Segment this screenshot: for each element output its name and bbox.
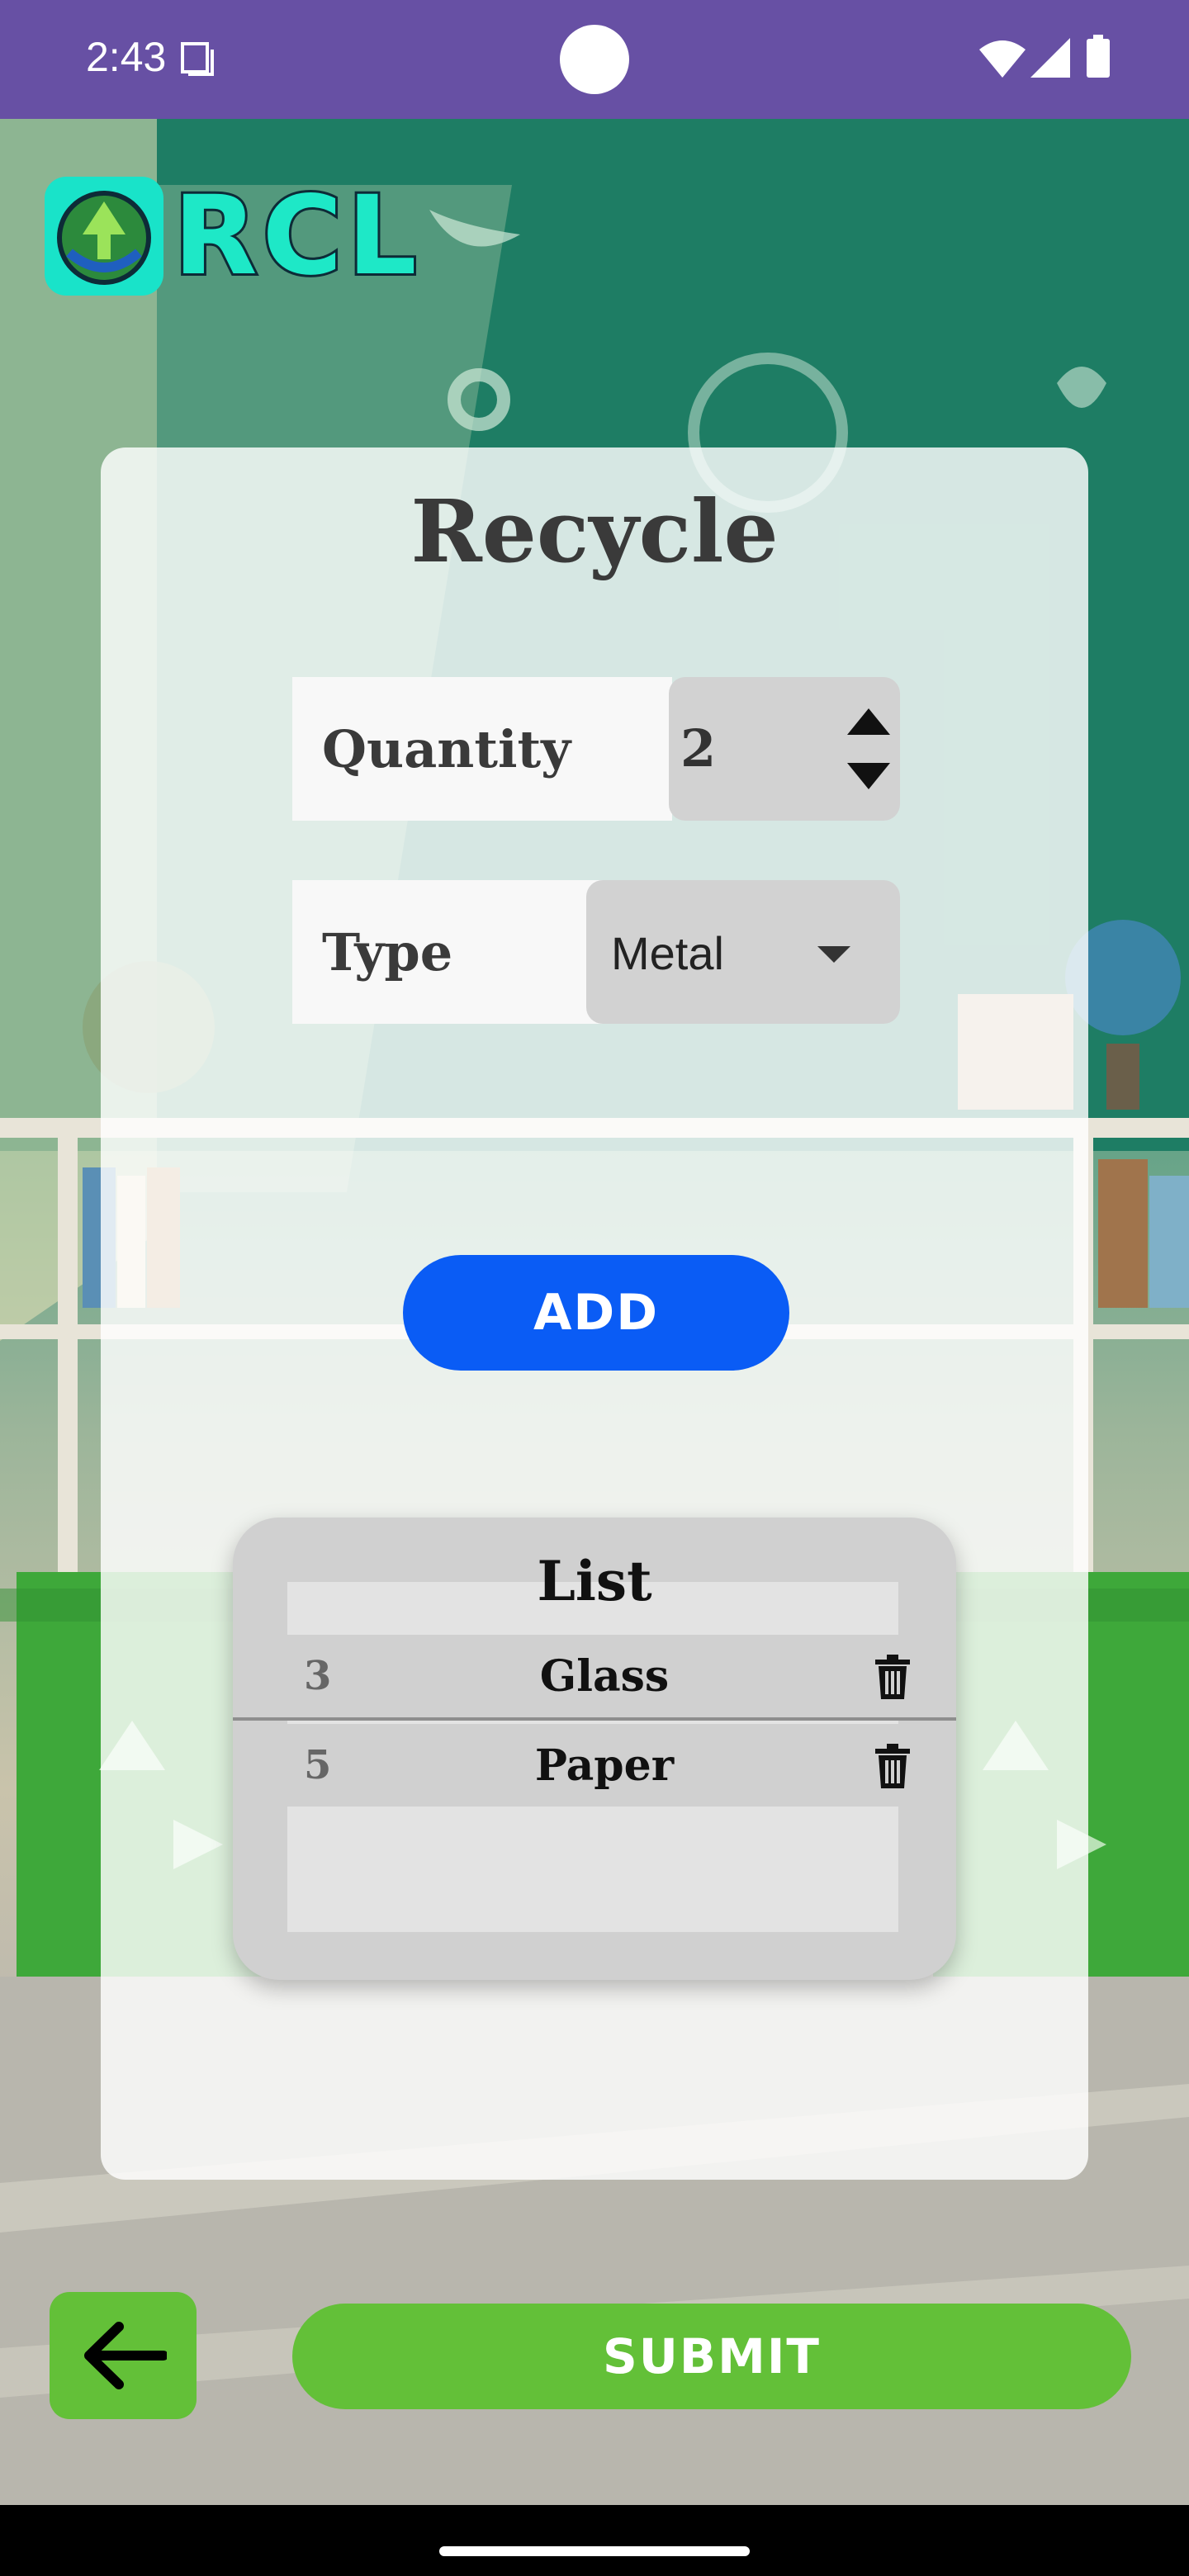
type-label-text: Type [322, 921, 453, 983]
page-title: Recycle [410, 481, 779, 582]
recycle-logo-icon [45, 177, 163, 296]
list-item-type: Glass [539, 1651, 670, 1702]
battery-icon [1087, 35, 1110, 78]
trash-icon[interactable] [874, 1744, 912, 1788]
navigation-bar [0, 2505, 1189, 2576]
stepper-down-icon[interactable] [847, 763, 890, 789]
app-logo: RCL [45, 173, 424, 297]
add-button[interactable]: ADD [403, 1255, 789, 1371]
wifi-icon [979, 40, 1026, 78]
camera-cutout [560, 25, 629, 94]
home-gesture-handle[interactable] [439, 2546, 750, 2556]
sim-card-icon [181, 42, 214, 76]
back-arrow-icon [84, 2322, 167, 2389]
list-item[interactable]: 3 Glass [233, 1635, 956, 1721]
submit-button[interactable]: SUBMIT [292, 2304, 1131, 2409]
list-item-quantity: 5 [304, 1742, 332, 1788]
list-item-quantity: 3 [304, 1653, 332, 1699]
quantity-stepper[interactable]: 2 [669, 677, 900, 821]
logo-text: RCL [171, 173, 422, 300]
list-item[interactable]: 5 Paper [233, 1724, 956, 1807]
type-select[interactable]: Metal [586, 880, 900, 1024]
signal-icon [1030, 38, 1070, 78]
list-item-type: Paper [534, 1740, 675, 1791]
status-time: 2:43 [86, 34, 167, 80]
recycle-screen: 2:43 RCL Recycle Quantity 2 Type Metal A… [0, 0, 1189, 2576]
list-title: List [537, 1549, 652, 1613]
stepper-up-icon[interactable] [847, 708, 890, 735]
chevron-down-icon [817, 946, 850, 963]
recycle-list-panel: List 3 Glass 5 Paper [233, 1518, 956, 1980]
quantity-label-text: Quantity [322, 718, 571, 779]
back-button[interactable] [50, 2292, 197, 2419]
quantity-value[interactable]: 2 [680, 718, 716, 779]
type-label: Type [292, 880, 606, 1024]
status-bar: 2:43 [0, 0, 1189, 119]
quantity-label: Quantity [292, 677, 672, 821]
type-select-value: Metal [611, 927, 724, 979]
trash-icon[interactable] [874, 1655, 912, 1699]
